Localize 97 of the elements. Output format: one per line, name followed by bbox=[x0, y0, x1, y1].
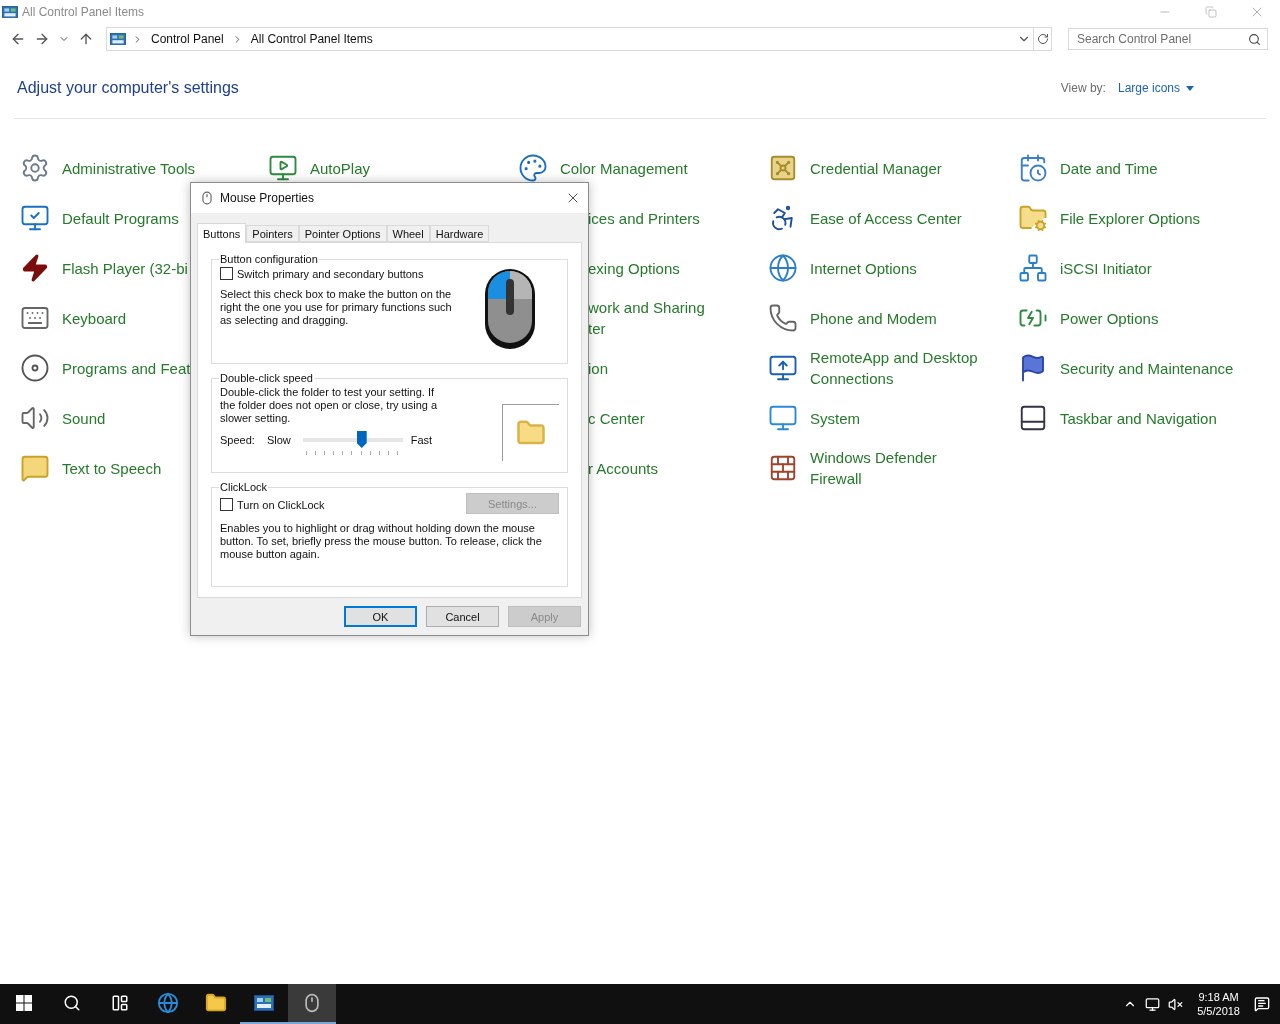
brick-wall-icon bbox=[768, 453, 798, 483]
description-text: Double-click the folder to test your setting. If the folder does not open or close, try using a slower setting. bbox=[220, 386, 439, 425]
control-panel-item-link[interactable]: Programs and Feat bbox=[62, 357, 191, 379]
description-text: Enables you to highlight or drag without holding down the mouse button. To set, briefly press the mouse button. To release, click the mouse button again. bbox=[220, 522, 543, 561]
muted-speaker-icon bbox=[1168, 996, 1184, 1012]
network-button[interactable] bbox=[1145, 996, 1161, 1012]
control-panel-item-link[interactable]: Windows Defender Firewall bbox=[810, 447, 988, 489]
control-panel-item-link[interactable]: Sound bbox=[62, 407, 106, 429]
control-panel-item-link[interactable]: Text to Speech bbox=[62, 457, 162, 479]
group-title: Button configuration bbox=[219, 253, 319, 265]
refresh-button[interactable] bbox=[1033, 28, 1051, 50]
mouse-icon bbox=[302, 993, 322, 1013]
control-panel-icon bbox=[2, 5, 18, 19]
control-panel-icon bbox=[254, 995, 274, 1011]
calendar-clock-icon bbox=[1018, 153, 1048, 183]
control-panel-item-link[interactable]: Default Programs bbox=[62, 207, 179, 229]
refresh-icon bbox=[1036, 33, 1049, 45]
dialog-tab[interactable]: Wheel bbox=[386, 225, 430, 242]
group-title: Double-click speed bbox=[219, 372, 314, 384]
dialog-tab[interactable]: Buttons bbox=[197, 223, 247, 243]
folder-icon bbox=[205, 992, 227, 1014]
control-panel-item-link[interactable]: Power Options bbox=[1060, 307, 1159, 329]
control-panel-item-link[interactable]: exing Options bbox=[588, 257, 680, 279]
dialog-title: Mouse Properties bbox=[220, 191, 316, 205]
clock[interactable]: 9:18 AM 5/5/2018 bbox=[1191, 990, 1246, 1018]
control-panel-item-link[interactable]: RemoteApp and Desktop Connections bbox=[810, 347, 988, 389]
control-panel-item-link[interactable]: c Center bbox=[588, 407, 645, 429]
dialog-tab[interactable]: Pointers bbox=[246, 225, 299, 242]
control-panel-item-link[interactable]: Flash Player (32-bi bbox=[62, 257, 188, 279]
lightning-icon bbox=[20, 253, 50, 283]
control-panel-item-link[interactable]: Taskbar and Navigation bbox=[1060, 407, 1217, 429]
search-field[interactable]: Search Control Panel bbox=[1068, 28, 1268, 50]
view-by-label: View by: bbox=[1060, 80, 1106, 95]
monitor-play-icon bbox=[268, 153, 298, 183]
control-panel-item-link[interactable]: Security and Maintenance bbox=[1060, 357, 1234, 379]
speech-bubble-icon bbox=[20, 453, 50, 483]
control-panel-item-link[interactable]: System bbox=[810, 407, 860, 429]
view-by-dropdown[interactable]: Large icons bbox=[1117, 77, 1194, 95]
control-panel-item-link[interactable]: Color Management bbox=[560, 157, 688, 179]
monitor-icon bbox=[768, 403, 798, 433]
browser-icon bbox=[157, 992, 179, 1014]
speed-label: Speed: bbox=[220, 434, 255, 446]
group-title: ClickLock bbox=[219, 481, 269, 493]
breadcrumb[interactable]: All Control Panel Items bbox=[248, 32, 375, 46]
clicklock-checkbox[interactable]: Turn on ClickLock bbox=[220, 498, 325, 511]
monitor-icon bbox=[768, 353, 798, 383]
breadcrumb[interactable]: Control Panel bbox=[149, 32, 226, 46]
control-panel-item-link[interactable]: Administrative Tools bbox=[62, 157, 196, 179]
control-panel-item-link[interactable]: Keyboard bbox=[62, 307, 127, 329]
slider-thumb[interactable] bbox=[356, 431, 367, 448]
control-panel-item-link[interactable]: Ease of Access Center bbox=[810, 207, 962, 229]
notifications-button[interactable] bbox=[1254, 996, 1270, 1012]
vault-icon bbox=[768, 153, 798, 183]
control-panel-item-link[interactable]: iSCSI Initiator bbox=[1060, 257, 1152, 279]
control-panel-icon bbox=[110, 32, 126, 46]
monitor-check-icon bbox=[20, 203, 50, 233]
switch-buttons-checkbox[interactable]: Switch primary and secondary buttons bbox=[220, 267, 455, 280]
control-panel-item-link[interactable]: Credential Manager bbox=[810, 157, 942, 179]
control-panel-item-link[interactable]: work and Sharing ter bbox=[588, 297, 718, 339]
disc-icon bbox=[20, 353, 50, 383]
control-panel-item-link[interactable]: ices and Printers bbox=[588, 207, 700, 229]
dialog-tab[interactable]: Pointer Options bbox=[298, 225, 387, 242]
page-heading: Adjust your computer's settings bbox=[17, 78, 240, 97]
caret-icon bbox=[1186, 85, 1194, 91]
control-panel-item-link[interactable]: Phone and Modem bbox=[810, 307, 937, 329]
test-area[interactable] bbox=[502, 404, 559, 461]
task-view-icon bbox=[111, 994, 129, 1012]
restore-icon bbox=[1205, 6, 1217, 18]
description-text: Select this check box to make the button on the right the one you use for primary functions such as selecting and dragging. bbox=[220, 288, 453, 327]
control-panel-item-link[interactable]: File Explorer Options bbox=[1060, 207, 1201, 229]
phone-icon bbox=[768, 303, 798, 333]
folder-gear-icon bbox=[1018, 203, 1048, 233]
control-panel-item-link[interactable]: Internet Options bbox=[810, 257, 917, 279]
taskbar-icon bbox=[1018, 403, 1048, 433]
control-panel-item-link[interactable]: Date and Time bbox=[1060, 157, 1158, 179]
mouse-icon bbox=[200, 191, 214, 205]
control-panel-item-link[interactable]: ion bbox=[588, 357, 609, 379]
control-panel-item-link[interactable]: AutoPlay bbox=[310, 157, 371, 179]
arrow-right-icon bbox=[34, 31, 50, 47]
dialog-button[interactable]: Cancel bbox=[426, 606, 499, 627]
windows-logo-icon bbox=[16, 995, 32, 1011]
slow-label: Slow bbox=[266, 434, 291, 446]
network-icon bbox=[1018, 253, 1048, 283]
search-icon bbox=[1248, 33, 1261, 46]
dialog-button[interactable]: OK bbox=[344, 606, 417, 627]
address-field[interactable]: Control Panel All Control Panel Items bbox=[106, 27, 1052, 51]
dialog-tab[interactable]: Hardware bbox=[429, 225, 490, 242]
palette-icon bbox=[518, 153, 548, 183]
gear-icon bbox=[20, 153, 50, 183]
search-icon bbox=[63, 994, 81, 1012]
volume-button[interactable] bbox=[1168, 996, 1184, 1012]
notifications-icon bbox=[1254, 996, 1270, 1012]
globe-icon bbox=[768, 253, 798, 283]
control-panel-item-link[interactable]: r Accounts bbox=[588, 457, 659, 479]
network-icon bbox=[1145, 996, 1161, 1012]
window-title: All Control Panel Items bbox=[22, 5, 146, 19]
fast-label: Fast bbox=[410, 434, 433, 446]
